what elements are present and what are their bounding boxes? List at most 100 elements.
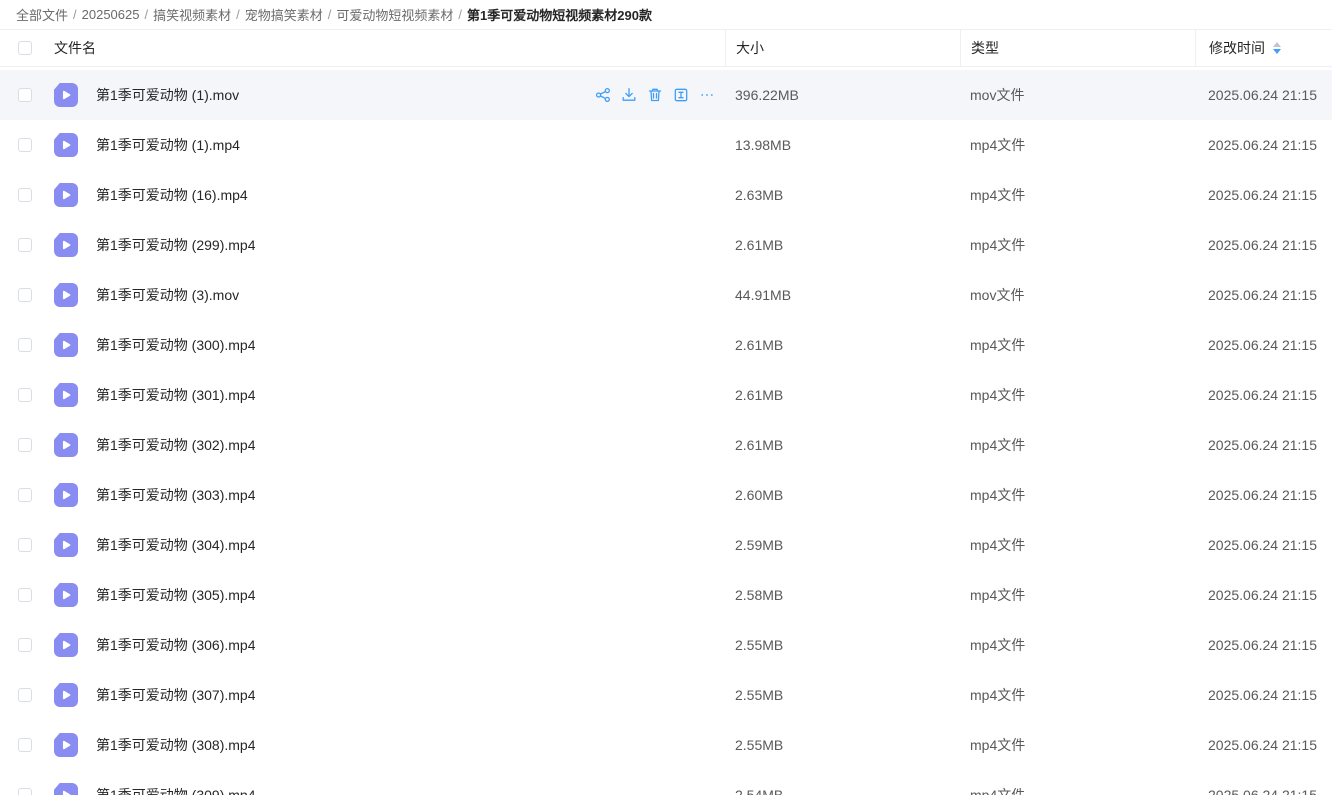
share-button[interactable] xyxy=(595,87,611,103)
file-name[interactable]: 第1季可爱动物 (307).mp4 xyxy=(96,685,255,705)
download-icon xyxy=(621,87,637,103)
table-row[interactable]: 第1季可爱动物 (1).mov xyxy=(0,70,1332,120)
file-icon-cell xyxy=(48,433,84,457)
breadcrumb-link[interactable]: 可爱动物短视频素材 xyxy=(336,5,453,24)
row-checkbox[interactable] xyxy=(18,488,32,502)
table-row[interactable]: 第1季可爱动物 (307).mp4 xyxy=(0,670,1332,720)
table-row[interactable]: 第1季可爱动物 (302).mp4 xyxy=(0,420,1332,470)
row-checkbox[interactable] xyxy=(18,338,32,352)
file-name-cell: 第1季可爱动物 (301).mp4 xyxy=(84,385,725,405)
column-header-type-label: 类型 xyxy=(971,38,999,58)
file-type: mp4文件 xyxy=(960,135,1195,155)
row-checkbox-cell xyxy=(0,338,44,352)
breadcrumb-link[interactable]: 搞笑视频素材 xyxy=(153,5,231,24)
play-icon xyxy=(59,188,73,202)
file-size: 2.63MB xyxy=(725,187,960,203)
file-size: 2.61MB xyxy=(725,237,960,253)
play-icon xyxy=(59,88,73,102)
delete-icon xyxy=(647,87,663,103)
file-mtime: 2025.06.24 21:15 xyxy=(1195,787,1332,795)
row-checkbox[interactable] xyxy=(18,88,32,102)
file-icon-cell xyxy=(48,783,84,795)
row-checkbox[interactable] xyxy=(18,538,32,552)
table-row[interactable]: 第1季可爱动物 (309).mp4 xyxy=(0,770,1332,795)
table-row[interactable]: 第1季可爱动物 (305).mp4 xyxy=(0,570,1332,620)
file-name[interactable]: 第1季可爱动物 (301).mp4 xyxy=(96,385,255,405)
file-name[interactable]: 第1季可爱动物 (302).mp4 xyxy=(96,435,255,455)
table-row[interactable]: 第1季可爱动物 (299).mp4 xyxy=(0,220,1332,270)
file-name-cell: 第1季可爱动物 (299).mp4 xyxy=(84,235,725,255)
file-name[interactable]: 第1季可爱动物 (306).mp4 xyxy=(96,635,255,655)
file-name[interactable]: 第1季可爱动物 (1).mov xyxy=(96,85,239,105)
rename-icon xyxy=(673,87,689,103)
file-size: 13.98MB xyxy=(725,137,960,153)
play-icon xyxy=(59,538,73,552)
share-icon xyxy=(595,87,611,103)
file-name-cell: 第1季可爱动物 (308).mp4 xyxy=(84,735,725,755)
row-checkbox[interactable] xyxy=(18,288,32,302)
breadcrumb-link[interactable]: 20250625 xyxy=(82,7,140,22)
file-name[interactable]: 第1季可爱动物 (309).mp4 xyxy=(96,785,255,795)
file-name-cell: 第1季可爱动物 (1).mov xyxy=(84,85,725,105)
file-name[interactable]: 第1季可爱动物 (308).mp4 xyxy=(96,735,255,755)
file-name[interactable]: 第1季可爱动物 (299).mp4 xyxy=(96,235,255,255)
file-name[interactable]: 第1季可爱动物 (1).mp4 xyxy=(96,135,240,155)
table-row[interactable]: 第1季可爱动物 (304).mp4 xyxy=(0,520,1332,570)
table-row[interactable]: 第1季可爱动物 (1).mp4 xyxy=(0,120,1332,170)
breadcrumb-link[interactable]: 宠物搞笑素材 xyxy=(245,5,323,24)
select-all-checkbox[interactable] xyxy=(18,41,32,55)
column-header-name: 文件名 xyxy=(44,30,725,66)
row-checkbox[interactable] xyxy=(18,388,32,402)
file-mtime: 2025.06.24 21:15 xyxy=(1195,637,1332,653)
download-button[interactable] xyxy=(621,87,637,103)
row-checkbox[interactable] xyxy=(18,588,32,602)
file-name-cell: 第1季可爱动物 (1).mp4 xyxy=(84,135,725,155)
file-name[interactable]: 第1季可爱动物 (305).mp4 xyxy=(96,585,255,605)
table-row[interactable]: 第1季可爱动物 (16).mp4 xyxy=(0,170,1332,220)
row-checkbox[interactable] xyxy=(18,138,32,152)
row-checkbox[interactable] xyxy=(18,788,32,795)
file-icon-cell xyxy=(48,533,84,557)
row-checkbox[interactable] xyxy=(18,438,32,452)
breadcrumb-separator: / xyxy=(458,7,462,22)
table-row[interactable]: 第1季可爱动物 (306).mp4 xyxy=(0,620,1332,670)
more-button[interactable] xyxy=(699,87,715,103)
table-row[interactable]: 第1季可爱动物 (3).mov xyxy=(0,270,1332,320)
file-type: mp4文件 xyxy=(960,485,1195,505)
table-row[interactable]: 第1季可爱动物 (301).mp4 xyxy=(0,370,1332,420)
file-name[interactable]: 第1季可爱动物 (304).mp4 xyxy=(96,535,255,555)
file-mtime: 2025.06.24 21:15 xyxy=(1195,87,1332,103)
file-icon-cell xyxy=(48,683,84,707)
breadcrumb-link[interactable]: 全部文件 xyxy=(16,5,68,24)
file-name[interactable]: 第1季可爱动物 (16).mp4 xyxy=(96,185,248,205)
row-checkbox[interactable] xyxy=(18,688,32,702)
table-row[interactable]: 第1季可爱动物 (308).mp4 xyxy=(0,720,1332,770)
row-checkbox[interactable] xyxy=(18,638,32,652)
delete-button[interactable] xyxy=(647,87,663,103)
file-name[interactable]: 第1季可爱动物 (303).mp4 xyxy=(96,485,255,505)
table-row[interactable]: 第1季可爱动物 (303).mp4 xyxy=(0,470,1332,520)
file-size: 2.58MB xyxy=(725,587,960,603)
file-mtime: 2025.06.24 21:15 xyxy=(1195,287,1332,303)
file-icon-cell xyxy=(48,483,84,507)
play-icon xyxy=(59,388,73,402)
file-type: mp4文件 xyxy=(960,635,1195,655)
breadcrumb-separator: / xyxy=(236,7,240,22)
play-icon xyxy=(59,238,73,252)
rename-button[interactable] xyxy=(673,87,689,103)
sort-control[interactable] xyxy=(1273,42,1281,54)
file-name-cell: 第1季可爱动物 (300).mp4 xyxy=(84,335,725,355)
row-checkbox[interactable] xyxy=(18,188,32,202)
file-name[interactable]: 第1季可爱动物 (3).mov xyxy=(96,285,239,305)
file-name-cell: 第1季可爱动物 (16).mp4 xyxy=(84,185,725,205)
row-actions xyxy=(595,87,715,103)
file-size: 44.91MB xyxy=(725,287,960,303)
file-name[interactable]: 第1季可爱动物 (300).mp4 xyxy=(96,335,255,355)
breadcrumb-separator: / xyxy=(73,7,77,22)
file-mtime: 2025.06.24 21:15 xyxy=(1195,337,1332,353)
row-checkbox[interactable] xyxy=(18,238,32,252)
table-row[interactable]: 第1季可爱动物 (300).mp4 xyxy=(0,320,1332,370)
file-size: 2.55MB xyxy=(725,687,960,703)
row-checkbox[interactable] xyxy=(18,738,32,752)
breadcrumb-separator: / xyxy=(328,7,332,22)
